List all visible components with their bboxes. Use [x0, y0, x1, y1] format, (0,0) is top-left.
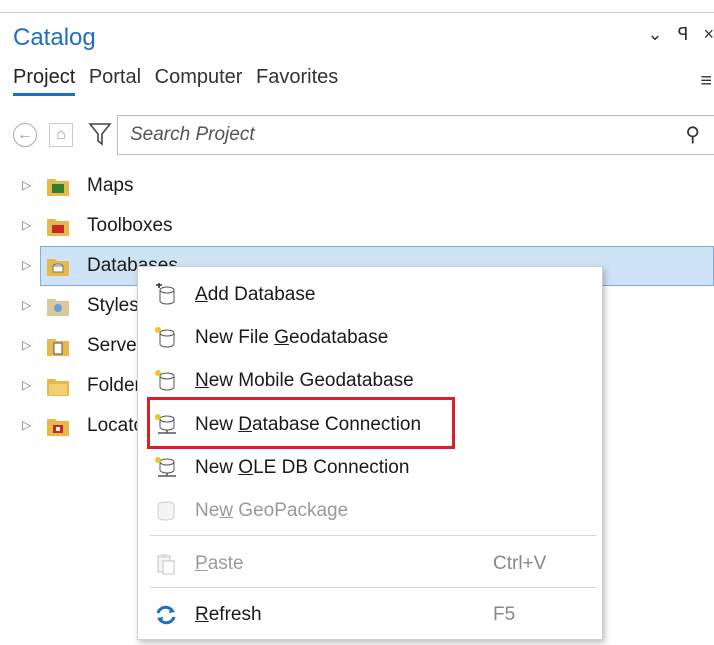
menu-item-label: New GeoPackage [195, 500, 349, 521]
folder-databases-icon [47, 259, 69, 276]
tab-computer[interactable]: Computer [155, 66, 243, 93]
new-ole-db-connection-icon [155, 457, 176, 477]
folder-locators-icon [47, 419, 69, 436]
menu-item-label: Refresh [195, 604, 262, 625]
shortcut-label: F5 [493, 604, 516, 625]
paste-icon [157, 554, 175, 575]
menu-separator [150, 535, 596, 536]
filter-icon[interactable] [87, 121, 113, 149]
catalog-tabs: Project Portal Computer Favorites [13, 66, 346, 96]
collapse-chevron-icon[interactable]: ⌄ [648, 24, 663, 45]
folder-folders-icon [47, 379, 69, 396]
callout-highlight-box [147, 397, 455, 449]
expand-arrow-icon[interactable]: ▷ [22, 418, 31, 432]
tree-item-label: Maps [87, 175, 134, 196]
search-box: ⚲ [117, 115, 714, 155]
folder-toolboxes-icon [47, 219, 69, 236]
search-bar: ← ⌂ ⚲ [13, 115, 714, 155]
add-database-icon [156, 283, 175, 305]
menu-item-label: New File Geodatabase [195, 327, 389, 348]
menu-item-label: New OLE DB Connection [195, 457, 410, 478]
menu-item-new-mobile-geodatabase[interactable]: New Mobile Geodatabase [138, 359, 602, 401]
menu-item-add-database[interactable]: Add Database [138, 273, 602, 315]
menu-item-refresh[interactable]: Refresh F5 [138, 593, 602, 635]
folder-servers-icon [47, 339, 69, 356]
menu-item-label: Add Database [195, 284, 316, 305]
tab-favorites[interactable]: Favorites [256, 66, 338, 93]
refresh-icon [156, 605, 176, 625]
expand-arrow-icon[interactable]: ▷ [22, 338, 31, 352]
menu-item-paste[interactable]: Paste Ctrl+V [138, 542, 602, 584]
folder-maps-icon [47, 179, 69, 196]
new-mobile-geodatabase-icon [155, 370, 175, 391]
pane-controls: ⌄ ꟼ × [638, 24, 714, 45]
close-icon[interactable]: × [703, 24, 714, 45]
tab-portal[interactable]: Portal [89, 66, 141, 93]
tree-item-label: Toolboxes [87, 215, 173, 236]
search-input[interactable] [128, 123, 628, 147]
menu-item-new-geopackage[interactable]: New GeoPackage [138, 489, 602, 531]
menu-item-new-ole-db-connection[interactable]: New OLE DB Connection [138, 446, 602, 488]
new-file-geodatabase-icon [155, 327, 175, 348]
folder-styles-icon [47, 299, 69, 316]
menu-item-new-file-geodatabase[interactable]: New File Geodatabase [138, 316, 602, 358]
shortcut-label: Ctrl+V [493, 553, 547, 574]
geopackage-icon [157, 501, 175, 521]
search-icon[interactable]: ⚲ [685, 122, 700, 147]
menu-item-label: Paste [195, 553, 244, 574]
expand-arrow-icon[interactable]: ▷ [22, 218, 31, 232]
tree-item-maps[interactable]: ▷ Maps [0, 166, 714, 206]
expand-arrow-icon[interactable]: ▷ [22, 298, 31, 312]
home-icon[interactable]: ⌂ [49, 123, 73, 147]
pane-title: Catalog [13, 24, 96, 51]
tree-item-label: Styles [87, 295, 139, 316]
back-arrow-icon[interactable]: ← [13, 123, 37, 147]
expand-arrow-icon[interactable]: ▷ [22, 178, 31, 192]
menu-separator [150, 587, 596, 588]
hamburger-menu-icon[interactable]: ≡ [700, 70, 712, 93]
top-border [0, 12, 714, 13]
menu-item-label: New Mobile Geodatabase [195, 370, 414, 391]
context-menu: Add Database New File Geodatabase New Mo… [137, 266, 603, 640]
expand-arrow-icon[interactable]: ▷ [22, 378, 31, 392]
tree-item-toolboxes[interactable]: ▷ Toolboxes [0, 206, 714, 246]
pin-icon[interactable]: ꟼ [678, 24, 689, 45]
expand-arrow-icon[interactable]: ▷ [22, 258, 31, 272]
tab-project[interactable]: Project [13, 66, 76, 96]
